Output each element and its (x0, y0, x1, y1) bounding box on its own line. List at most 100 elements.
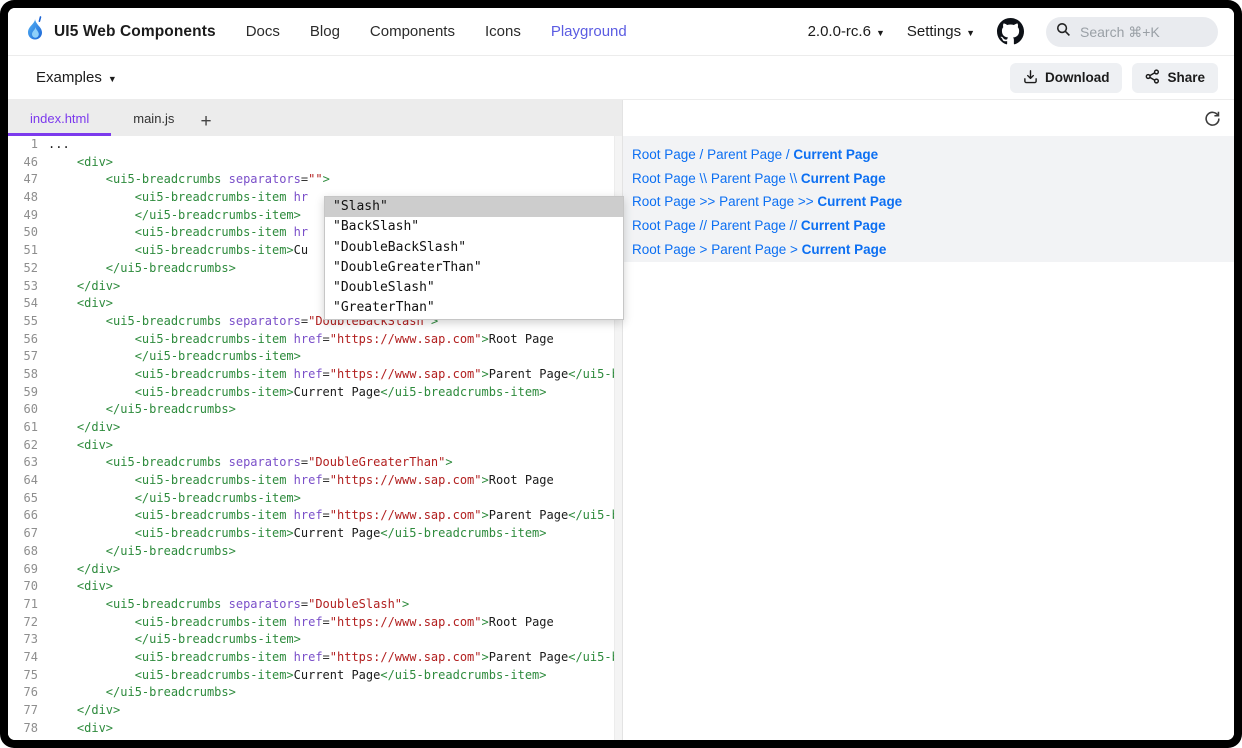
breadcrumb-link[interactable]: Root Page (632, 147, 696, 162)
line-number: 49 (8, 207, 48, 225)
nav-link-icons[interactable]: Icons (485, 23, 521, 40)
download-icon (1023, 69, 1038, 87)
version-menu[interactable]: 2.0.0-rc.6▼ (808, 23, 885, 40)
code-line[interactable]: 63 <ui5-breadcrumbs separators="DoubleGr… (8, 454, 622, 472)
line-number: 76 (8, 684, 48, 702)
code-line[interactable]: 71 <ui5-breadcrumbs separators="DoubleSl… (8, 596, 622, 614)
code-line[interactable]: 46 <div> (8, 154, 622, 172)
breadcrumb-current: Current Page (801, 218, 886, 233)
autocomplete-option[interactable]: "DoubleBackSlash" (325, 238, 623, 258)
code-line[interactable]: 67 <ui5-breadcrumbs-item>Current Page</u… (8, 525, 622, 543)
examples-toolbar: Examples▼ Download Sh (8, 56, 1234, 100)
code-line[interactable]: 72 <ui5-breadcrumbs-item href="https://w… (8, 614, 622, 632)
code-line[interactable]: 73 </ui5-breadcrumbs-item> (8, 631, 622, 649)
line-number: 56 (8, 331, 48, 349)
nav-link-blog[interactable]: Blog (310, 23, 340, 40)
search-input[interactable] (1078, 23, 1198, 41)
new-tab-button[interactable]: + (196, 111, 221, 136)
nav-link-components[interactable]: Components (370, 23, 455, 40)
breadcrumb-row: Root Page > Parent Page > Current Page (632, 238, 1234, 262)
line-number: 71 (8, 596, 48, 614)
code-line[interactable]: 70 <div> (8, 578, 622, 596)
code-line[interactable]: 61 </div> (8, 419, 622, 437)
code-text: <div> (48, 720, 622, 738)
breadcrumb-current: Current Page (793, 147, 878, 162)
code-line[interactable]: 58 <ui5-breadcrumbs-item href="https://w… (8, 366, 622, 384)
code-text: <ui5-breadcrumbs-item>Current Page</ui5-… (48, 384, 622, 402)
refresh-icon[interactable] (1202, 108, 1222, 128)
line-number: 57 (8, 348, 48, 366)
examples-menu[interactable]: Examples▼ (36, 69, 117, 86)
editor-tab-main.js[interactable]: main.js (111, 100, 196, 136)
code-line[interactable]: 47 <ui5-breadcrumbs separators=""> (8, 171, 622, 189)
code-text: </div> (48, 419, 622, 437)
code-text: <div> (48, 154, 622, 172)
code-line[interactable]: 65 </ui5-breadcrumbs-item> (8, 490, 622, 508)
code-line[interactable]: 66 <ui5-breadcrumbs-item href="https://w… (8, 507, 622, 525)
breadcrumb-row: Root Page / Parent Page / Current Page (632, 143, 1234, 167)
editor-tab-index.html[interactable]: index.html (8, 100, 111, 136)
breadcrumb-link[interactable]: Parent Page (711, 218, 786, 233)
code-text: <ui5-breadcrumbs-item>Current Page</ui5-… (48, 667, 622, 685)
breadcrumb-link[interactable]: Root Page (632, 194, 696, 209)
breadcrumb-link[interactable]: Parent Page (719, 194, 794, 209)
chevron-down-icon: ▼ (108, 74, 117, 84)
code-line[interactable]: 60 </ui5-breadcrumbs> (8, 401, 622, 419)
autocomplete-option[interactable]: "DoubleGreaterThan" (325, 258, 623, 278)
breadcrumb-link[interactable]: Parent Page (711, 171, 786, 186)
line-number: 78 (8, 720, 48, 738)
breadcrumb-link[interactable]: Root Page (632, 218, 696, 233)
code-line[interactable]: 68 </ui5-breadcrumbs> (8, 543, 622, 561)
line-number: 51 (8, 242, 48, 260)
code-line[interactable]: 78 <div> (8, 720, 622, 738)
code-text: </ui5-breadcrumbs> (48, 401, 622, 419)
autocomplete-option[interactable]: "Slash" (325, 197, 623, 217)
code-line[interactable]: 77 </div> (8, 702, 622, 720)
code-line[interactable]: 56 <ui5-breadcrumbs-item href="https://w… (8, 331, 622, 349)
autocomplete-option[interactable]: "GreaterThan" (325, 298, 623, 318)
settings-menu[interactable]: Settings▼ (907, 23, 975, 40)
code-line[interactable]: 62 <div> (8, 437, 622, 455)
code-text: <ui5-breadcrumbs-item>Current Page</ui5-… (48, 525, 622, 543)
code-line[interactable]: 1... (8, 136, 622, 154)
nav-link-docs[interactable]: Docs (246, 23, 280, 40)
chevron-down-icon: ▼ (966, 28, 975, 38)
breadcrumb-separator: / (782, 147, 793, 162)
breadcrumb-link[interactable]: Parent Page (711, 242, 786, 257)
breadcrumb-separator: > (786, 242, 801, 257)
breadcrumb-link[interactable]: Root Page (632, 171, 696, 186)
brand-home-link[interactable]: UI5 Web Components (24, 15, 216, 48)
code-text: <ui5-breadcrumbs separators=""> (48, 171, 622, 189)
line-number: 69 (8, 561, 48, 579)
line-number: 63 (8, 454, 48, 472)
code-line[interactable]: 69 </div> (8, 561, 622, 579)
line-number: 73 (8, 631, 48, 649)
github-icon[interactable] (997, 18, 1024, 45)
code-line[interactable]: 76 </ui5-breadcrumbs> (8, 684, 622, 702)
download-button[interactable]: Download (1010, 63, 1123, 93)
line-number: 75 (8, 667, 48, 685)
breadcrumb-link[interactable]: Root Page (632, 242, 696, 257)
code-text: </ui5-breadcrumbs> (48, 684, 622, 702)
share-button[interactable]: Share (1132, 63, 1218, 93)
breadcrumb-link[interactable]: Parent Page (707, 147, 782, 162)
code-line[interactable]: 75 <ui5-breadcrumbs-item>Current Page</u… (8, 667, 622, 685)
code-text: </ui5-breadcrumbs-item> (48, 490, 622, 508)
autocomplete-option[interactable]: "BackSlash" (325, 217, 623, 237)
toolbar-actions: Download Share (1010, 63, 1218, 93)
code-line[interactable]: 74 <ui5-breadcrumbs-item href="https://w… (8, 649, 622, 667)
code-line[interactable]: 64 <ui5-breadcrumbs-item href="https://w… (8, 472, 622, 490)
search-box (1046, 17, 1218, 47)
primary-nav: Docs Blog Components Icons Playground (246, 23, 627, 40)
line-number: 74 (8, 649, 48, 667)
code-text: <div> (48, 578, 622, 596)
autocomplete-option[interactable]: "DoubleSlash" (325, 278, 623, 298)
code-line[interactable]: 57 </ui5-breadcrumbs-item> (8, 348, 622, 366)
code-text: <ui5-breadcrumbs-item href="https://www.… (48, 614, 622, 632)
code-text: <ui5-breadcrumbs-item href="https://www.… (48, 472, 622, 490)
nav-link-playground[interactable]: Playground (551, 23, 627, 40)
line-number: 62 (8, 437, 48, 455)
line-number: 68 (8, 543, 48, 561)
code-line[interactable]: 59 <ui5-breadcrumbs-item>Current Page</u… (8, 384, 622, 402)
line-number: 48 (8, 189, 48, 207)
